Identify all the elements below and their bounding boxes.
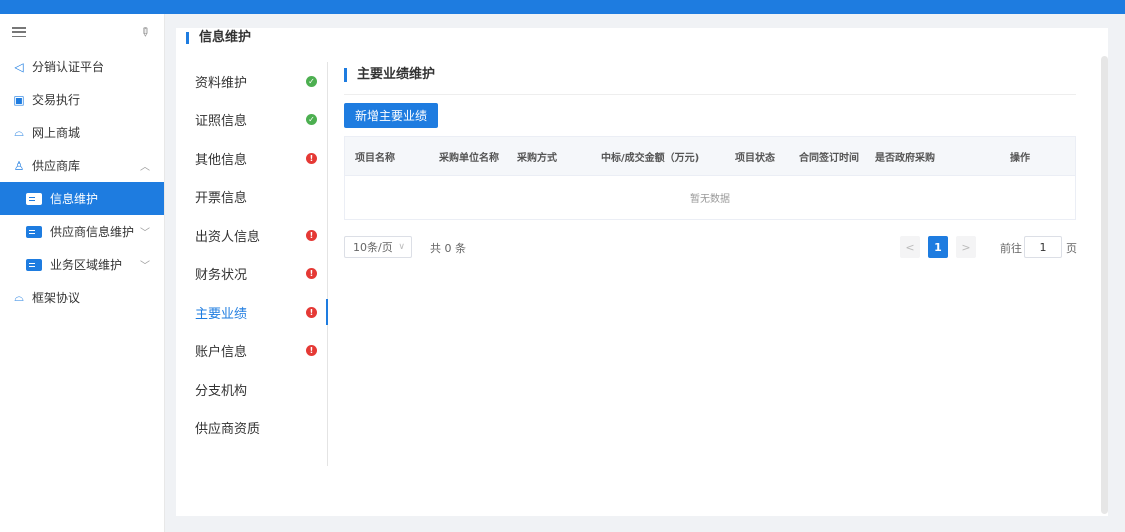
sidebar-item-label: 框架协议	[32, 291, 81, 305]
page-size-value: 10条/页	[353, 241, 393, 254]
page-1-button[interactable]: 1	[928, 236, 948, 258]
total-count: 共 0 条	[430, 242, 466, 255]
step-label: 出资人信息	[195, 229, 261, 245]
sidebar-item-online-store[interactable]: ⌓ 网上商城	[0, 116, 164, 149]
sidebar-subitem-info-maintenance[interactable]: 信息维护	[0, 182, 164, 215]
pagination: 10条/页 ∨ 共 0 条 < 1 > 前往 1 页	[344, 236, 1077, 258]
sidebar-item-framework-agreement[interactable]: ⌓ 框架协议	[0, 281, 164, 314]
goto-label: 前往	[1000, 242, 1022, 255]
step-item-other[interactable]: 其他信息 !	[186, 139, 327, 178]
top-bar	[0, 0, 1125, 14]
step-label: 财务状况	[195, 268, 248, 284]
step-label: 账户信息	[195, 345, 248, 361]
sidebar-item-label: 交易执行	[32, 93, 81, 107]
column-header: 项目状态	[735, 152, 775, 164]
goto-page-input[interactable]: 1	[1024, 236, 1062, 258]
sidebar-item-label: 业务区域维护	[50, 258, 123, 272]
sidebar-item-label: 分销认证平台	[32, 60, 105, 74]
sidebar-item-supplier-library[interactable]: ♙ 供应商库 ︿	[0, 149, 164, 182]
step-label: 供应商资质	[195, 422, 261, 438]
step-label: 其他信息	[195, 152, 248, 168]
sidebar-item-label: 供应商库	[32, 159, 81, 173]
page-suffix-label: 页	[1066, 242, 1077, 255]
chevron-up-icon: ︿	[140, 162, 150, 173]
step-item-branch[interactable]: 分支机构	[186, 370, 327, 409]
sidebar-item-label: 信息维护	[50, 192, 99, 206]
step-item-qualification[interactable]: 供应商资质	[186, 409, 327, 448]
performance-table: 项目名称 采购单位名称 采购方式 中标/成交金额（万元) 项目状态 合同签订时间…	[344, 136, 1076, 220]
pin-icon[interactable]: ✎	[136, 23, 153, 40]
column-header: 采购单位名称	[439, 152, 499, 164]
page-title: 信息维护	[186, 31, 251, 44]
error-icon: !	[306, 229, 317, 241]
speaker-icon: ◁	[14, 59, 24, 74]
step-item-investor[interactable]: 出资人信息 !	[186, 216, 327, 255]
sidebar-item-label: 供应商信息维护	[50, 225, 135, 239]
check-icon: ✓	[306, 75, 317, 87]
store-icon: ⌓	[14, 290, 24, 304]
vertical-scrollbar[interactable]	[1101, 56, 1108, 514]
column-header: 项目名称	[355, 152, 395, 164]
step-item-license[interactable]: 证照信息 ✓	[186, 101, 327, 140]
step-item-invoice[interactable]: 开票信息	[186, 178, 327, 217]
step-nav: 资料维护 ✓ 证照信息 ✓ 其他信息 ! 开票信息 出资人信息 ! 财务状况 !…	[186, 62, 328, 466]
step-label: 资料维护	[195, 75, 248, 91]
divider	[344, 94, 1076, 95]
step-item-account[interactable]: 账户信息 !	[186, 332, 327, 371]
column-header: 合同签订时间	[799, 152, 859, 164]
empty-placeholder: 暂无数据	[345, 175, 1075, 219]
error-icon: !	[306, 268, 317, 280]
table-header: 项目名称 采购单位名称 采购方式 中标/成交金额（万元) 项目状态 合同签订时间…	[345, 137, 1075, 175]
store-icon: ⌓	[14, 125, 24, 139]
next-page-button[interactable]: >	[956, 236, 976, 258]
check-icon: ✓	[306, 114, 317, 126]
sidebar-item-label: 网上商城	[32, 126, 81, 140]
step-label: 主要业绩	[195, 306, 248, 322]
section-title: 主要业绩维护	[344, 68, 1076, 82]
page-size-select[interactable]: 10条/页 ∨	[344, 236, 412, 258]
sidebar-item-trade-execution[interactable]: ▣ 交易执行	[0, 83, 164, 116]
sidebar: ✎ ◁ 分销认证平台 ▣ 交易执行 ⌓ 网上商城 ♙ 供应商库 ︿ 信息维护 供…	[0, 14, 165, 532]
chevron-down-icon: ﹀	[140, 228, 150, 239]
column-header: 中标/成交金额（万元)	[601, 152, 700, 164]
clipboard-icon: ▣	[13, 92, 25, 107]
error-icon: !	[306, 306, 317, 318]
main-card: 信息维护 资料维护 ✓ 证照信息 ✓ 其他信息 ! 开票信息 出资人信息 ! 财…	[176, 28, 1108, 516]
column-header: 是否政府采购	[875, 152, 935, 164]
sidebar-item-distribution-platform[interactable]: ◁ 分销认证平台	[0, 50, 164, 83]
chevron-down-icon: ﹀	[140, 261, 150, 272]
hamburger-menu-icon[interactable]	[12, 27, 26, 37]
id-card-icon	[26, 192, 42, 205]
user-icon: ♙	[13, 158, 25, 173]
step-label: 分支机构	[195, 383, 248, 399]
sidebar-subitem-business-region[interactable]: 业务区域维护 ﹀	[0, 248, 164, 281]
error-icon: !	[306, 345, 317, 357]
id-card-icon	[26, 258, 42, 271]
step-item-finance[interactable]: 财务状况 !	[186, 255, 327, 294]
column-header: 采购方式	[517, 152, 557, 164]
sidebar-header: ✎	[0, 14, 164, 50]
error-icon: !	[306, 152, 317, 164]
prev-page-button[interactable]: <	[900, 236, 920, 258]
chevron-down-icon: ∨	[398, 242, 405, 252]
content-panel: 主要业绩维护 新增主要业绩 项目名称 采购单位名称 采购方式 中标/成交金额（万…	[344, 62, 1077, 258]
step-item-profile[interactable]: 资料维护 ✓	[186, 62, 327, 101]
column-header: 操作	[1010, 152, 1030, 164]
step-item-performance[interactable]: 主要业绩 !	[186, 293, 328, 332]
add-performance-button[interactable]: 新增主要业绩	[344, 103, 439, 128]
step-label: 证照信息	[195, 114, 248, 130]
id-card-icon	[26, 225, 42, 238]
step-label: 开票信息	[195, 191, 248, 207]
sidebar-subitem-supplier-info[interactable]: 供应商信息维护 ﹀	[0, 215, 164, 248]
